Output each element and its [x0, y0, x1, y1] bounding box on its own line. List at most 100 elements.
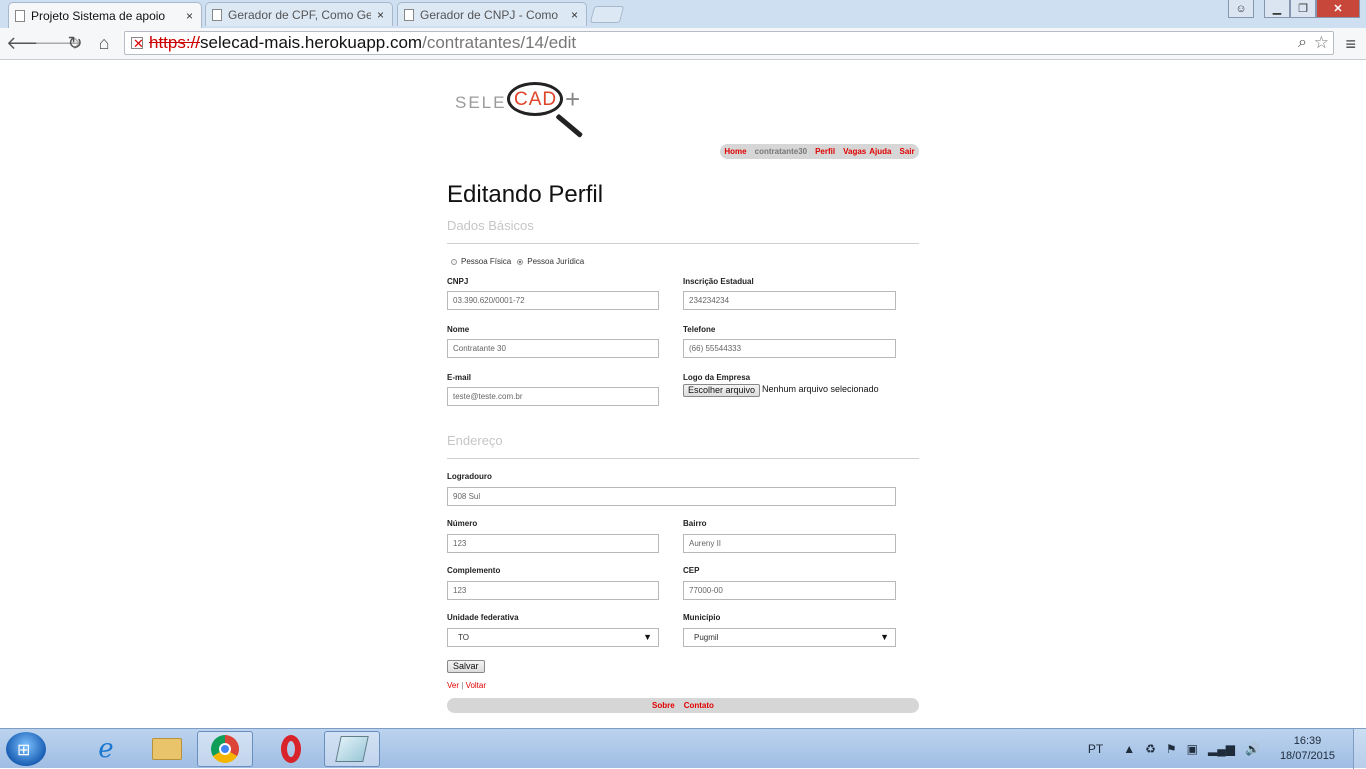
close-tab-icon[interactable]: × [377, 8, 384, 22]
uf-select[interactable]: TO ▼ [447, 628, 659, 647]
section-endereco: Endereço [447, 433, 503, 448]
address-bar[interactable]: ✕ https://selecad-mais.herokuapp.com/con… [124, 31, 1334, 55]
magnifier-handle [555, 113, 584, 138]
flag-icon[interactable]: ⚑ [1166, 742, 1177, 756]
save-button[interactable]: Salvar [447, 660, 485, 673]
language-indicator[interactable]: PT [1088, 742, 1103, 756]
municipio-select[interactable]: Pugmil ▼ [683, 628, 896, 647]
bookmark-star-icon[interactable]: ☆ [1314, 32, 1329, 54]
person-type-radios: Pessoa Física Pessoa Jurídica [451, 257, 584, 266]
reload-icon[interactable]: ↻ [64, 33, 86, 54]
radio-pessoa-fisica[interactable] [451, 258, 457, 265]
nav-vagas[interactable]: Vagas [843, 147, 866, 156]
sync-icon[interactable]: ♻ [1145, 742, 1156, 756]
start-button[interactable]: ⊞ [6, 732, 46, 766]
taskbar-notepad[interactable] [324, 731, 380, 767]
url-scheme: https:// [149, 33, 201, 52]
footer-contato-link[interactable]: Contato [684, 701, 714, 710]
cnpj-input[interactable]: 03.390.620/0001-72 [447, 291, 659, 310]
nav-home[interactable]: Home [724, 147, 746, 156]
page-icon [212, 8, 222, 21]
divider [447, 243, 919, 244]
action-links: Ver | Voltar [447, 681, 486, 690]
label-bairro: Bairro [683, 519, 707, 528]
file-status: Nenhum arquivo selecionado [762, 384, 879, 394]
radio-label-juridica: Pessoa Jurídica [527, 257, 585, 266]
forward-icon[interactable]: 🡒 [34, 33, 82, 54]
tab-title: Projeto Sistema de apoio [31, 8, 166, 23]
logradouro-input[interactable]: 908 Sul [447, 487, 896, 506]
cep-input[interactable]: 77000-00 [683, 581, 896, 600]
telefone-input[interactable]: (66) 55544333 [683, 339, 896, 358]
tab-title: Gerador de CPF, Como Ge [228, 7, 371, 22]
zoom-icon[interactable]: ⌕ [1298, 32, 1307, 54]
close-window-button[interactable]: ✕ [1316, 0, 1360, 18]
taskbar-explorer[interactable] [139, 731, 195, 767]
tab-title: Gerador de CNPJ - Como [420, 7, 559, 22]
taskbar-chrome[interactable] [197, 731, 253, 767]
link-separator: | [461, 681, 464, 690]
show-desktop-button[interactable] [1353, 729, 1366, 769]
complemento-input[interactable]: 123 [447, 581, 659, 600]
radio-pessoa-juridica[interactable] [517, 258, 524, 265]
logo-text-cad: CAD [514, 89, 558, 110]
page-title: Editando Perfil [447, 181, 604, 208]
internet-explorer-icon: e [98, 734, 114, 764]
insecure-lock-icon[interactable]: ✕ [131, 36, 144, 51]
volume-icon[interactable]: 🔊 [1245, 742, 1260, 756]
menu-icon[interactable]: ≡ [1345, 34, 1356, 55]
nav-ajuda[interactable]: Ajuda [869, 147, 891, 156]
bairro-input[interactable]: Aureny II [683, 534, 896, 553]
close-tab-icon[interactable]: × [571, 8, 578, 22]
windows-logo-icon: ⊞ [17, 742, 31, 759]
clock[interactable]: 16:39 18/07/2015 [1280, 734, 1335, 764]
label-telefone: Telefone [683, 325, 716, 334]
taskbar-opera[interactable] [263, 731, 319, 767]
system-tray: PT ▲ ♻ ⚑ ▣ ▂▄▆ 🔊 16:39 18/07/2015 [1088, 729, 1366, 769]
tab-gerador-cpf[interactable]: Gerador de CPF, Como Ge × [205, 2, 393, 26]
divider [447, 458, 919, 459]
numero-input[interactable]: 123 [447, 534, 659, 553]
nav-perfil[interactable]: Perfil [815, 147, 835, 156]
choose-file-button[interactable]: Escolher arquivo [683, 384, 761, 397]
device-icon[interactable]: ▣ [1187, 742, 1198, 756]
uf-selected-value: TO [458, 633, 469, 642]
tab-projeto[interactable]: Projeto Sistema de apoio × [8, 2, 202, 28]
folder-icon [152, 738, 182, 760]
close-tab-icon[interactable]: × [186, 9, 193, 23]
label-logo: Logo da Empresa [683, 373, 751, 382]
notepad-icon [335, 736, 369, 762]
nome-input[interactable]: Contratante 30 [447, 339, 659, 358]
user-icon[interactable]: ☺ [1228, 0, 1254, 18]
show-hidden-icons-icon[interactable]: ▲ [1123, 742, 1135, 756]
home-icon[interactable]: ⌂ [93, 33, 115, 54]
label-complemento: Complemento [447, 566, 501, 575]
maximize-button[interactable]: ❐ [1290, 0, 1316, 18]
clock-date: 18/07/2015 [1279, 750, 1335, 762]
inscricao-input[interactable]: 234234234 [683, 291, 896, 310]
url-host: selecad-mais.herokuapp.com [200, 33, 423, 52]
email-input[interactable]: teste@teste.com.br [447, 387, 659, 406]
minimize-button[interactable]: ▁ [1264, 0, 1290, 18]
browser-toolbar: 🡐 🡒 ↻ ⌂ ✕ https://selecad-mais.herokuapp… [0, 28, 1366, 60]
clock-time: 16:39 [1293, 735, 1322, 747]
windows-taskbar: ⊞ e PT ▲ ♻ ⚑ ▣ ▂▄▆ 🔊 16:39 18/07/2015 [0, 728, 1366, 769]
logo-text-sele: SELE [455, 93, 507, 112]
back-icon[interactable]: 🡐 [6, 33, 54, 54]
label-municipio: Município [683, 613, 721, 622]
voltar-link[interactable]: Voltar [466, 681, 486, 690]
label-logradouro: Logradouro [447, 472, 492, 481]
network-icon[interactable]: ▂▄▆ [1208, 742, 1235, 756]
label-cnpj: CNPJ [447, 277, 469, 286]
tab-gerador-cnpj[interactable]: Gerador de CNPJ - Como × [397, 2, 587, 26]
ver-link[interactable]: Ver [447, 681, 459, 690]
top-navigation: Home contratante30 Perfil Vagas Ajuda Sa… [720, 144, 919, 159]
nav-sair[interactable]: Sair [899, 147, 914, 156]
new-tab-button[interactable] [589, 6, 625, 23]
taskbar-ie[interactable]: e [78, 731, 134, 767]
dropdown-arrow-icon: ▼ [880, 632, 889, 642]
logo-plus: + [565, 84, 581, 114]
radio-label-fisica: Pessoa Física [461, 257, 512, 266]
selecad-logo[interactable]: SELE CAD + [455, 82, 595, 138]
footer-sobre-link[interactable]: Sobre [652, 701, 675, 710]
